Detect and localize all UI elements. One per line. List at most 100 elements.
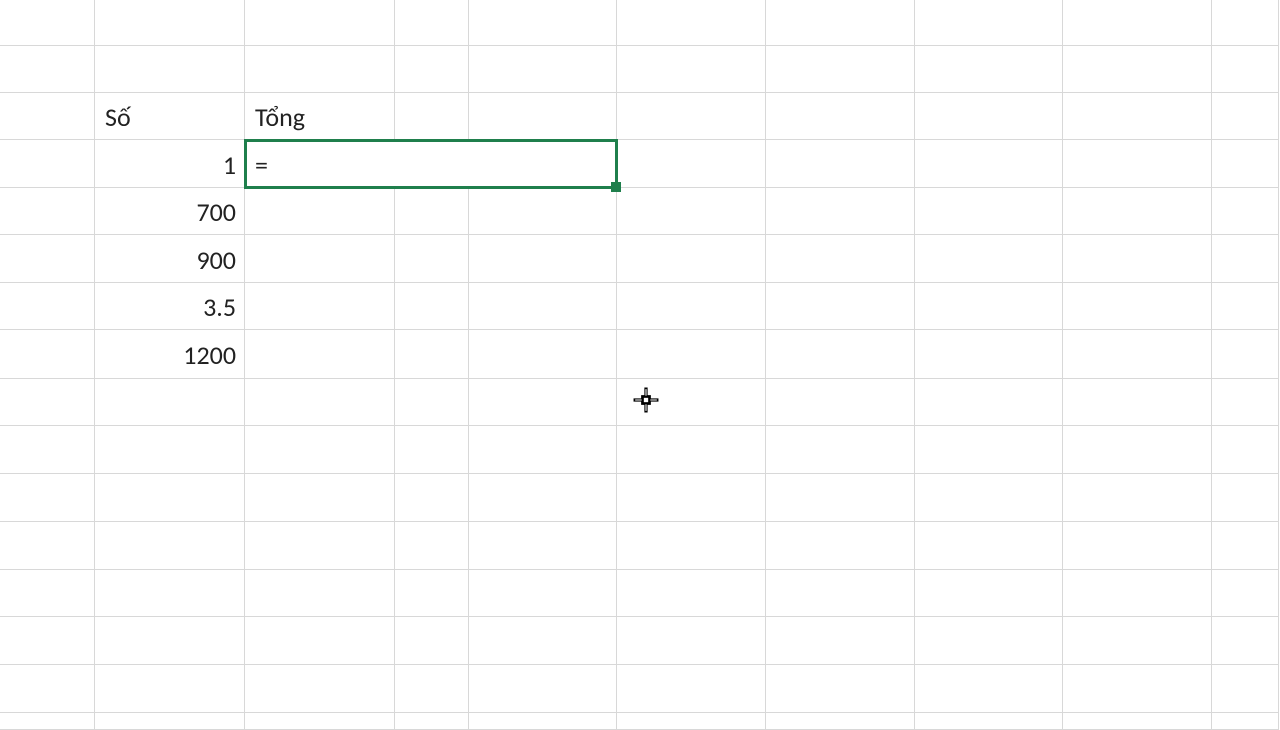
cell[interactable] bbox=[245, 330, 395, 379]
cell[interactable] bbox=[1212, 140, 1279, 188]
cell[interactable] bbox=[1212, 522, 1279, 570]
cell[interactable] bbox=[915, 330, 1063, 379]
cell[interactable] bbox=[1063, 570, 1212, 617]
cell[interactable] bbox=[395, 379, 469, 426]
cell[interactable] bbox=[95, 426, 245, 474]
cell[interactable] bbox=[469, 379, 617, 426]
cell[interactable] bbox=[617, 617, 766, 665]
cell[interactable] bbox=[95, 665, 245, 713]
cell[interactable] bbox=[469, 665, 617, 713]
cell[interactable] bbox=[395, 665, 469, 713]
cell[interactable] bbox=[1212, 0, 1279, 46]
cell[interactable] bbox=[1063, 522, 1212, 570]
cell[interactable] bbox=[766, 665, 915, 713]
cell[interactable] bbox=[395, 235, 469, 283]
cell[interactable] bbox=[1063, 426, 1212, 474]
cell[interactable] bbox=[0, 0, 95, 46]
cell[interactable] bbox=[0, 188, 95, 235]
cell[interactable] bbox=[915, 522, 1063, 570]
cell[interactable] bbox=[0, 713, 95, 730]
cell[interactable] bbox=[1063, 379, 1212, 426]
cell[interactable] bbox=[469, 188, 617, 235]
cell[interactable] bbox=[1063, 713, 1212, 730]
cell[interactable] bbox=[766, 140, 915, 188]
cell[interactable] bbox=[1212, 379, 1279, 426]
cell[interactable] bbox=[1212, 330, 1279, 379]
cell[interactable] bbox=[766, 713, 915, 730]
cell[interactable] bbox=[469, 46, 617, 93]
cell[interactable] bbox=[95, 474, 245, 522]
cell[interactable] bbox=[915, 0, 1063, 46]
cell[interactable] bbox=[469, 330, 617, 379]
cell[interactable] bbox=[617, 522, 766, 570]
cell[interactable] bbox=[95, 617, 245, 665]
fill-handle[interactable] bbox=[611, 182, 621, 192]
cell[interactable] bbox=[1063, 474, 1212, 522]
spreadsheet-grid[interactable]: SốTổng17009003.51200= bbox=[0, 0, 1280, 730]
cell[interactable] bbox=[766, 283, 915, 330]
cell[interactable] bbox=[1063, 283, 1212, 330]
cell[interactable] bbox=[95, 522, 245, 570]
cell[interactable] bbox=[95, 713, 245, 730]
cell[interactable] bbox=[766, 0, 915, 46]
cell[interactable] bbox=[915, 665, 1063, 713]
cell[interactable] bbox=[95, 46, 245, 93]
cell[interactable] bbox=[245, 46, 395, 93]
cell[interactable] bbox=[0, 140, 95, 188]
cell[interactable] bbox=[1212, 426, 1279, 474]
cell[interactable] bbox=[469, 617, 617, 665]
cell[interactable] bbox=[1063, 330, 1212, 379]
cell[interactable] bbox=[617, 188, 766, 235]
cell[interactable] bbox=[1212, 713, 1279, 730]
cell[interactable] bbox=[469, 474, 617, 522]
cell[interactable] bbox=[617, 140, 766, 188]
cell[interactable] bbox=[617, 0, 766, 46]
cell[interactable] bbox=[469, 713, 617, 730]
cell[interactable] bbox=[245, 379, 395, 426]
cell[interactable] bbox=[766, 46, 915, 93]
cell[interactable] bbox=[617, 283, 766, 330]
cell[interactable] bbox=[766, 330, 915, 379]
cell[interactable] bbox=[245, 188, 395, 235]
cell[interactable] bbox=[766, 235, 915, 283]
cell[interactable] bbox=[915, 235, 1063, 283]
cell[interactable] bbox=[0, 426, 95, 474]
cell[interactable] bbox=[1063, 188, 1212, 235]
cell[interactable] bbox=[1212, 665, 1279, 713]
cell[interactable] bbox=[245, 0, 395, 46]
cell[interactable] bbox=[245, 283, 395, 330]
cell[interactable] bbox=[1212, 46, 1279, 93]
cell[interactable] bbox=[395, 283, 469, 330]
cell[interactable] bbox=[469, 426, 617, 474]
cell[interactable] bbox=[915, 426, 1063, 474]
cell[interactable] bbox=[469, 0, 617, 46]
cell[interactable] bbox=[617, 235, 766, 283]
cell[interactable] bbox=[395, 46, 469, 93]
cell[interactable] bbox=[95, 0, 245, 46]
cell[interactable] bbox=[766, 570, 915, 617]
cell[interactable] bbox=[245, 570, 395, 617]
cell[interactable] bbox=[0, 93, 95, 140]
cell[interactable] bbox=[0, 235, 95, 283]
cell[interactable] bbox=[395, 188, 469, 235]
cell[interactable] bbox=[1063, 665, 1212, 713]
cell[interactable] bbox=[245, 235, 395, 283]
cell[interactable] bbox=[1063, 0, 1212, 46]
cell[interactable] bbox=[617, 426, 766, 474]
cell[interactable] bbox=[1212, 474, 1279, 522]
cell[interactable]: 1 bbox=[95, 140, 245, 188]
cell[interactable] bbox=[915, 379, 1063, 426]
cell[interactable] bbox=[0, 665, 95, 713]
cell[interactable] bbox=[245, 665, 395, 713]
cell[interactable] bbox=[915, 713, 1063, 730]
cell[interactable] bbox=[469, 235, 617, 283]
cell[interactable] bbox=[617, 330, 766, 379]
cell[interactable] bbox=[617, 665, 766, 713]
cell[interactable] bbox=[915, 283, 1063, 330]
cell[interactable] bbox=[617, 713, 766, 730]
cell[interactable] bbox=[395, 617, 469, 665]
cell[interactable] bbox=[469, 93, 617, 140]
cell[interactable] bbox=[0, 617, 95, 665]
cell[interactable] bbox=[915, 93, 1063, 140]
cell[interactable] bbox=[1063, 140, 1212, 188]
